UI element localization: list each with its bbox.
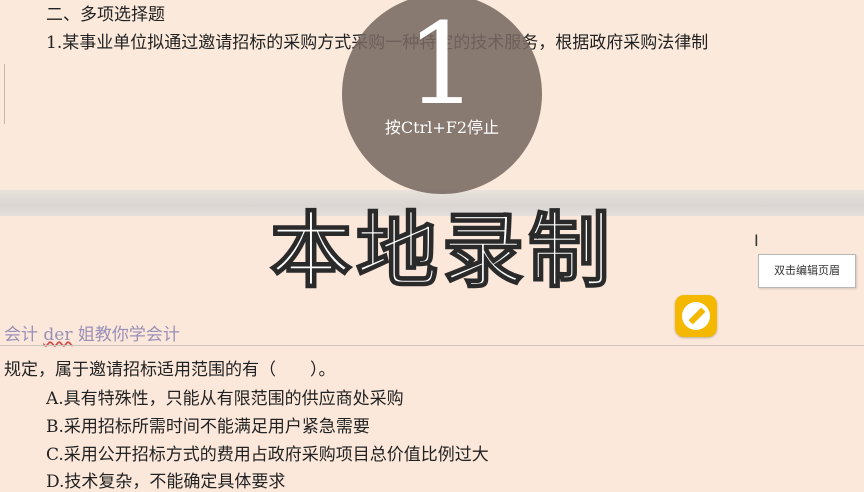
section-heading: 二、多项选择题 [46, 5, 165, 25]
header-text-part2: 姐教你学会计 [72, 325, 180, 345]
option-b: B.采用招标所需时间不能满足用户紧急需要 [46, 417, 370, 437]
recording-countdown-overlay[interactable]: 1 按Ctrl+F2停止 [342, 0, 542, 194]
stop-hint: 按Ctrl+F2停止 [384, 118, 500, 137]
header-rule [0, 345, 864, 346]
pencil-edit-icon[interactable] [675, 295, 717, 337]
page-header-text[interactable]: 会计 der 姐教你学会计 [4, 320, 180, 345]
header-text-underlined: der [43, 325, 73, 345]
edit-header-tooltip: 双击编辑页眉 [758, 254, 856, 288]
option-c: C.采用公开招标方式的费用占政府采购项目总价值比例过大 [46, 445, 489, 465]
header-text-part1: 会计 [4, 325, 44, 345]
option-a: A.具有特殊性，只能从有限范围的供应商处采购 [46, 389, 404, 409]
question-text-line-2: 规定，属于邀请招标适用范围的有（ ）。 [4, 360, 336, 380]
recording-title: 本地录制 [269, 203, 615, 300]
margin-rule [4, 64, 5, 124]
option-d: D.技术复杂，不能确定具体要求 [46, 472, 286, 492]
text-cursor-icon: I [754, 231, 759, 250]
